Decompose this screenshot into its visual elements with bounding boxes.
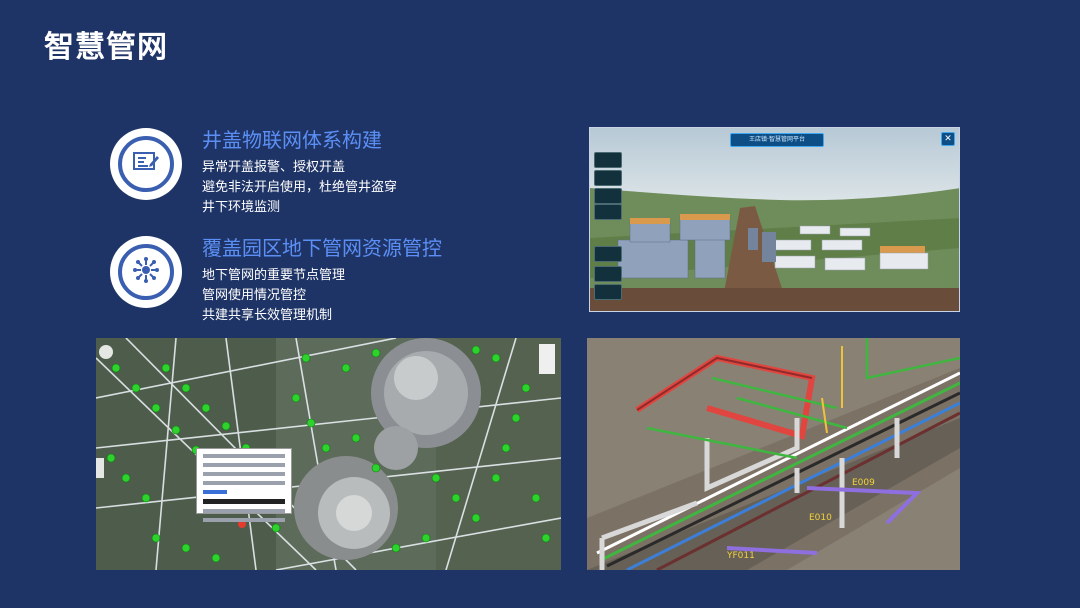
feature-line: 管网使用情况管控 bbox=[202, 288, 307, 303]
satellite-map-screenshot bbox=[96, 338, 561, 570]
feature-badge bbox=[110, 236, 182, 308]
feature-heading: 井盖物联网体系构建 bbox=[202, 128, 382, 152]
pipe-label: E010 bbox=[809, 513, 832, 523]
manhole-info-popup[interactable] bbox=[196, 448, 292, 522]
feature-heading: 覆盖园区地下管网资源管控 bbox=[202, 236, 442, 260]
pipe-label: YF011 bbox=[726, 551, 755, 561]
platform-banner: 王店镇·智慧管网平台 bbox=[730, 133, 824, 147]
side-tool-button[interactable] bbox=[594, 266, 622, 282]
city-3d-screenshot: 王店镇·智慧管网平台 ✕ bbox=[589, 127, 960, 312]
feature-line: 地下管网的重要节点管理 bbox=[202, 268, 346, 283]
pipe-3d-scene: E009 E010 YF011 bbox=[587, 338, 960, 570]
pipe-3d-screenshot: E009 E010 YF011 bbox=[587, 338, 960, 570]
side-tool-button[interactable] bbox=[594, 188, 622, 204]
feature-manhole-iot: 井盖物联网体系构建 异常开盖报警、授权开盖 避免非法开启使用，杜绝管井盗穿 井下… bbox=[110, 128, 570, 220]
feature-badge bbox=[110, 128, 182, 200]
form-edit-icon bbox=[132, 150, 160, 178]
side-tool-button[interactable] bbox=[594, 152, 622, 168]
feature-line: 井下环境监测 bbox=[202, 200, 281, 215]
side-tool-button[interactable] bbox=[594, 204, 622, 220]
side-tool-button[interactable] bbox=[594, 170, 622, 186]
feature-line: 共建共享长效管理机制 bbox=[202, 308, 333, 323]
pipe-label: E009 bbox=[852, 478, 875, 488]
network-hub-icon bbox=[132, 256, 160, 288]
feature-line: 异常开盖报警、授权开盖 bbox=[202, 160, 346, 175]
city-3d-scene bbox=[590, 128, 959, 311]
feature-pipe-network-control: 覆盖园区地下管网资源管控 地下管网的重要节点管理 管网使用情况管控 共建共享长效… bbox=[110, 236, 570, 328]
feature-line: 避免非法开启使用，杜绝管井盗穿 bbox=[202, 180, 398, 195]
side-tool-button[interactable] bbox=[594, 284, 622, 300]
satellite-map bbox=[96, 338, 561, 570]
page-title: 智慧管网 bbox=[44, 30, 168, 65]
close-button[interactable]: ✕ bbox=[941, 132, 955, 146]
side-tool-button[interactable] bbox=[594, 246, 622, 262]
